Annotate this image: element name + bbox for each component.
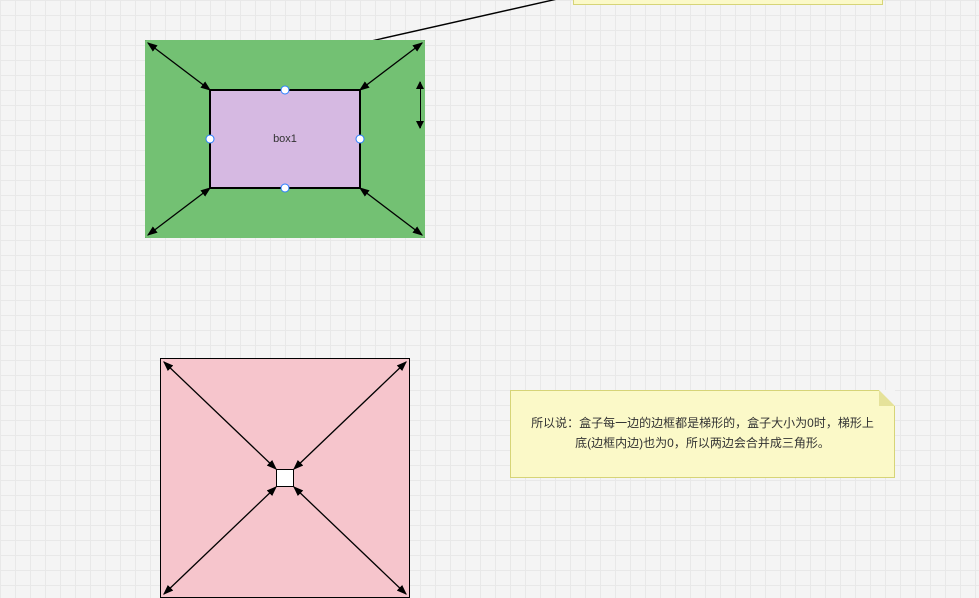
- note-top: [573, 0, 883, 5]
- note-bottom-text: 所以说：盒子每一边的边框都是梯形的，盒子大小为0时，梯形上底(边框内边)也为0，…: [531, 416, 874, 450]
- box1-label: box1: [273, 133, 297, 145]
- selection-handle[interactable]: [206, 135, 215, 144]
- note-bottom[interactable]: 所以说：盒子每一边的边框都是梯形的，盒子大小为0时，梯形上底(边框内边)也为0，…: [510, 390, 895, 478]
- box2-diagram[interactable]: [160, 358, 410, 598]
- box1-diagram[interactable]: box1: [145, 40, 425, 238]
- box1-inner-rect: box1: [210, 90, 360, 188]
- selection-handle[interactable]: [356, 135, 365, 144]
- selection-handle[interactable]: [281, 86, 290, 95]
- selection-handle[interactable]: [281, 184, 290, 193]
- note-fold-icon: [879, 390, 895, 406]
- box1-dimension-arrow: [420, 82, 421, 128]
- box2-center-square: [276, 469, 294, 487]
